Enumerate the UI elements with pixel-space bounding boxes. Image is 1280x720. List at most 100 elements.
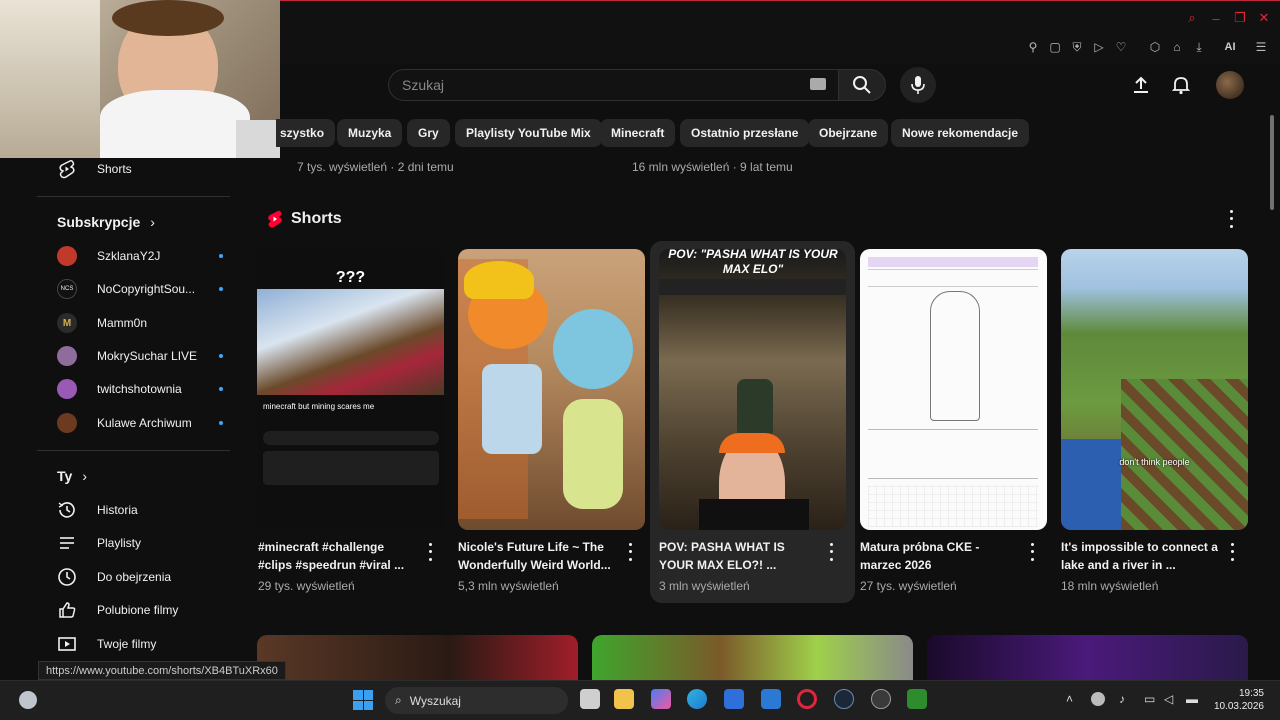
upload-icon[interactable]: [1131, 75, 1151, 95]
search-button[interactable]: [838, 69, 886, 101]
windows-start-icon[interactable]: [353, 690, 373, 710]
subscription-item[interactable]: twitchshotownia: [57, 374, 223, 404]
ai-button[interactable]: AI: [1216, 39, 1244, 55]
chip-mix-playlists[interactable]: Playlisty YouTube Mix: [455, 119, 602, 147]
short-thumbnail[interactable]: [458, 249, 645, 530]
minimize-icon[interactable]: –: [1208, 10, 1224, 26]
sidebar-item-your-videos[interactable]: Twoje filmy: [57, 629, 156, 659]
heart-icon[interactable]: ♡: [1113, 39, 1129, 55]
sidebar-item-watch-later[interactable]: Do obejrzenia: [57, 562, 171, 592]
terminal-icon[interactable]: [907, 689, 927, 709]
cloud-icon[interactable]: [1091, 692, 1105, 706]
chip-minecraft[interactable]: Minecraft: [600, 119, 676, 147]
thumbnail-comments: [263, 451, 439, 485]
notifications-bell-icon[interactable]: [1171, 75, 1191, 95]
character-shirt: [482, 364, 542, 454]
extensions-icon[interactable]: ⬡: [1147, 39, 1163, 55]
chip-label: Ostatnio przesłane: [691, 126, 799, 140]
chevron-up-icon[interactable]: ˄: [1066, 692, 1073, 706]
chip-games[interactable]: Gry: [407, 119, 450, 147]
subscription-item[interactable]: NCS NoCopyrightSou...: [57, 274, 223, 304]
wallet-icon[interactable]: ⌂: [1169, 39, 1185, 55]
short-menu-icon[interactable]: [1225, 541, 1239, 563]
screenshot-icon[interactable]: ▢: [1047, 39, 1063, 55]
video-thumbnail[interactable]: [927, 635, 1248, 680]
chip-recently-uploaded[interactable]: Ostatnio przesłane: [680, 119, 810, 147]
short-title[interactable]: #minecraft #challenge #clips #speedrun #…: [258, 538, 418, 574]
weather-icon[interactable]: [19, 691, 37, 709]
you-header[interactable]: Ty ›: [57, 468, 87, 484]
video-thumbnail[interactable]: [592, 635, 913, 680]
pin-icon[interactable]: ⚲: [1025, 39, 1041, 55]
sidebar-item-liked[interactable]: Polubione filmy: [57, 595, 178, 625]
play-icon[interactable]: ▷: [1091, 39, 1107, 55]
battery-icon[interactable]: ▬: [1186, 692, 1198, 706]
clock[interactable]: 19:35 10.03.2026: [1206, 687, 1264, 713]
sidebar-item-history[interactable]: Historia: [57, 495, 138, 525]
mail-icon[interactable]: [761, 689, 781, 709]
sidebar-item-playlists[interactable]: Playlisty: [57, 528, 141, 558]
mic-tray-icon[interactable]: ♪: [1119, 692, 1125, 706]
video-thumbnail[interactable]: [257, 635, 578, 680]
shorts-section-menu-icon[interactable]: [1224, 208, 1238, 230]
steam-icon[interactable]: [834, 689, 854, 709]
chip-label: Muzyka: [348, 126, 392, 140]
chip-new-recommendations[interactable]: Nowe rekomendacje: [891, 119, 1030, 147]
keyboard-icon[interactable]: [810, 78, 826, 90]
short-menu-icon[interactable]: [1025, 541, 1039, 563]
exam-answers: [868, 429, 1038, 479]
short-views: 18 mln wyświetleń: [1061, 579, 1159, 593]
network-icon[interactable]: ▭: [1144, 692, 1155, 706]
copilot-icon[interactable]: [651, 689, 671, 709]
chip-label: Obejrzane: [819, 126, 878, 140]
shield-icon[interactable]: ⛨: [1069, 39, 1085, 55]
short-title[interactable]: Matura próbna CKE - marzec 2026: [860, 538, 1020, 574]
subscription-item[interactable]: Kulawe Archiwum: [57, 408, 223, 438]
short-thumbnail[interactable]: ??? minecraft but mining scares me: [257, 249, 444, 530]
chip-music[interactable]: Muzyka: [337, 119, 403, 147]
file-explorer-icon[interactable]: [614, 689, 634, 709]
settings-app-icon[interactable]: [871, 689, 891, 709]
subscription-item[interactable]: SzklanaY2J: [57, 241, 223, 271]
short-menu-icon[interactable]: [824, 541, 838, 563]
short-title[interactable]: Nicole's Future Life ~ The Wonderfully W…: [458, 538, 618, 574]
close-icon[interactable]: ✕: [1256, 10, 1272, 26]
chip-watched[interactable]: Obejrzane: [808, 119, 889, 147]
menu-icon[interactable]: ☰: [1253, 39, 1269, 55]
short-title[interactable]: It's impossible to connect a lake and a …: [1061, 538, 1221, 574]
channel-avatar: [57, 346, 77, 366]
subscriptions-header[interactable]: Subskrypcje ›: [57, 214, 155, 230]
volume-icon[interactable]: ◁: [1164, 692, 1173, 706]
short-thumbnail[interactable]: [860, 249, 1047, 530]
download-icon[interactable]: ⤓: [1191, 39, 1207, 55]
taskbar-search[interactable]: ⌕ Wyszukaj: [385, 687, 568, 714]
page-scrollbar-thumb[interactable]: [1270, 115, 1274, 210]
chip-all[interactable]: szystko: [276, 119, 336, 147]
store-icon[interactable]: [724, 689, 744, 709]
short-views: 27 tys. wyświetleń: [860, 579, 957, 593]
opera-gx-icon[interactable]: [797, 689, 817, 709]
account-avatar[interactable]: [1216, 71, 1244, 99]
hard-hat: [464, 261, 534, 299]
dirt-path: [1121, 379, 1248, 530]
subscription-item[interactable]: M Mamm0n: [57, 308, 147, 338]
restore-icon[interactable]: ❐: [1232, 10, 1248, 26]
task-view-icon[interactable]: [580, 689, 600, 709]
short-menu-icon[interactable]: [623, 541, 637, 563]
video-meta: 16 mln wyświetleń · 9 lat temu: [632, 160, 793, 174]
short-views: 29 tys. wyświetleń: [258, 579, 355, 593]
subscription-item[interactable]: MokrySuchar LIVE: [57, 341, 223, 371]
search-icon[interactable]: ⌕: [1184, 10, 1200, 26]
channel-avatar: [57, 379, 77, 399]
short-menu-icon[interactable]: [423, 541, 437, 563]
short-thumbnail[interactable]: don't think people: [1061, 249, 1248, 530]
history-icon: [57, 500, 77, 520]
chip-label: Playlisty YouTube Mix: [466, 126, 591, 140]
short-title[interactable]: POV: PASHA WHAT IS YOUR MAX ELO?! ...: [659, 538, 819, 574]
short-thumbnail[interactable]: POV: "PASHA WHAT IS YOUR MAX ELO": [659, 249, 846, 530]
channel-avatar: [57, 246, 77, 266]
search-input[interactable]: [402, 77, 782, 93]
edge-browser-icon[interactable]: [687, 689, 707, 709]
voice-search-button[interactable]: [900, 67, 936, 103]
sidebar-item-shorts[interactable]: Shorts: [57, 154, 132, 184]
